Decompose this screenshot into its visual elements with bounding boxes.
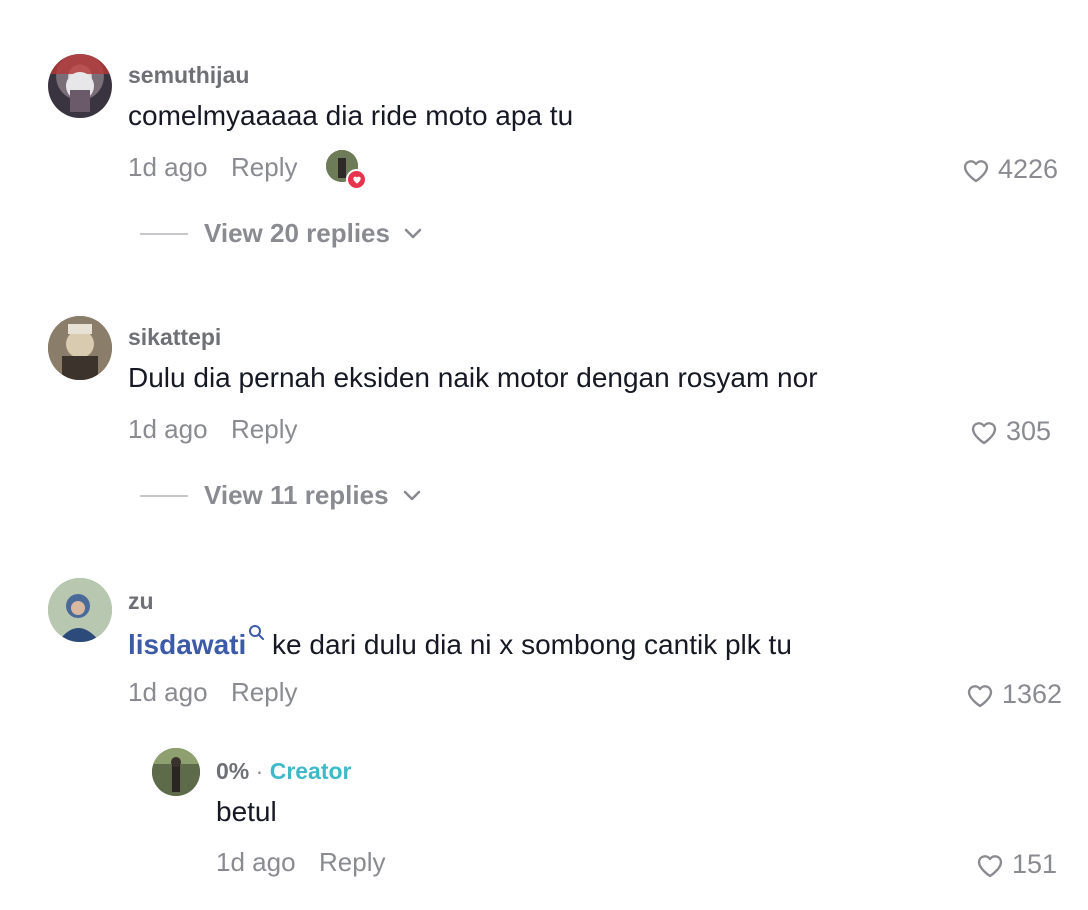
comment-body: ke dari dulu dia ni x sombong cantik plk… xyxy=(264,629,792,660)
comment-username[interactable]: zu xyxy=(128,588,154,615)
view-replies-button[interactable]: View 20 replies xyxy=(140,218,422,249)
reply-button[interactable]: Reply xyxy=(231,677,297,708)
comment-username[interactable]: semuthijau xyxy=(128,62,249,89)
heart-outline-icon xyxy=(971,421,997,444)
reply-button[interactable]: Reply xyxy=(231,152,297,183)
reply-timestamp: 1d ago xyxy=(216,847,296,877)
comment-text: Dulu dia pernah eksiden naik motor denga… xyxy=(128,362,818,393)
view-replies-label: View 20 replies xyxy=(204,218,390,248)
like-count: 4226 xyxy=(998,154,1059,184)
comment-timestamp: 1d ago xyxy=(128,677,208,707)
avatar[interactable] xyxy=(48,54,112,118)
heart-filled-icon xyxy=(346,169,367,190)
separator: · xyxy=(255,758,264,784)
like-count: 1362 xyxy=(1002,679,1063,709)
comment-username[interactable]: sikattepi xyxy=(128,324,221,351)
heart-outline-icon xyxy=(977,854,1003,877)
comment-timestamp: 1d ago xyxy=(128,414,208,444)
like-count: 151 xyxy=(1012,849,1058,879)
like-count: 305 xyxy=(1006,416,1052,446)
divider xyxy=(140,494,188,497)
reply-username: 0% · Creator xyxy=(216,758,352,785)
reply-text: betul xyxy=(216,796,277,827)
divider xyxy=(140,232,188,235)
like-button[interactable]: 4226 xyxy=(962,154,1058,185)
like-button[interactable]: 1362 xyxy=(966,679,1062,710)
reply-button[interactable]: Reply xyxy=(231,414,297,445)
avatar[interactable] xyxy=(48,578,112,642)
creator-badge: Creator xyxy=(269,758,352,784)
comment-text: lisdawati ke dari dulu dia ni x sombong … xyxy=(128,624,792,661)
search-icon xyxy=(249,625,265,640)
heart-outline-icon xyxy=(963,159,989,182)
view-replies-label: View 11 replies xyxy=(204,480,389,510)
comment-text: comelmyaaaaa dia ride moto apa tu xyxy=(128,100,574,131)
mention-link[interactable]: lisdawati xyxy=(128,629,246,660)
view-replies-button[interactable]: View 11 replies xyxy=(140,480,421,511)
chevron-down-icon xyxy=(403,490,420,500)
like-button[interactable]: 305 xyxy=(970,416,1051,447)
avatar[interactable] xyxy=(152,748,200,796)
chevron-down-icon xyxy=(404,228,422,238)
like-button[interactable]: 151 xyxy=(976,849,1057,880)
creator-username[interactable]: 0% xyxy=(216,758,249,784)
comment-timestamp: 1d ago xyxy=(128,152,208,182)
reply-button[interactable]: Reply xyxy=(319,847,385,878)
heart-outline-icon xyxy=(967,684,993,707)
avatar[interactable] xyxy=(48,316,112,380)
